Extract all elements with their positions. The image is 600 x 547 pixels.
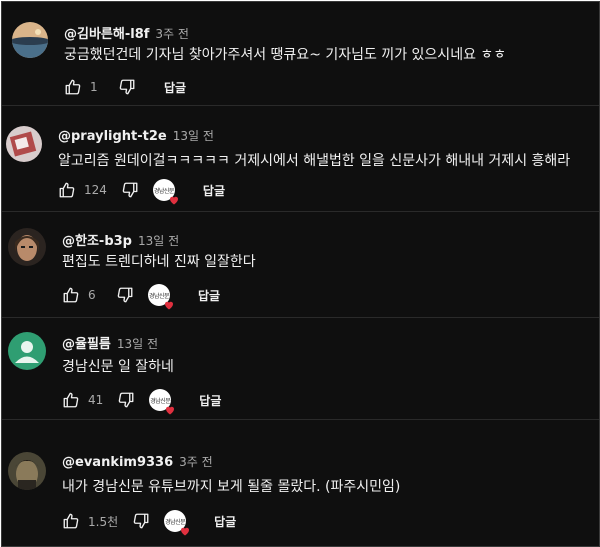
comment-author[interactable]: @김바른해-l8f 3주 전	[64, 23, 189, 42]
avatar[interactable]	[6, 126, 42, 162]
comment-item: @praylight-t2e 13일 전 알고리즘 원데이걸ㅋㅋㅋㅋㅋ 거제시에서…	[2, 106, 599, 211]
comment-text: 내가 경남신문 유튜브까지 보게 될줄 몰랐다. (파주시민임)	[62, 479, 401, 495]
like-count: 1.5천	[88, 514, 119, 529]
comment-text: 경남신문 일 잘하네	[62, 359, 174, 375]
comment-item: @한조-b3p 13일 전 편집도 트렌디하네 진짜 일잘한다 6 경남신문 답글	[2, 212, 599, 317]
thumbs-down-icon[interactable]	[117, 391, 135, 409]
heart-icon	[181, 527, 190, 536]
heart-icon	[169, 196, 178, 205]
comment-text: 편집도 트렌디하네 진짜 일잘한다	[62, 254, 256, 270]
reply-button[interactable]: 답글	[199, 392, 221, 409]
comment-actions: 124 경남신문 답글	[58, 178, 225, 205]
like-count: 41	[88, 393, 104, 407]
comment-author[interactable]: @율필름 13일 전	[62, 333, 158, 352]
author-handle[interactable]: @율필름	[62, 337, 111, 352]
comment-time[interactable]: 13일 전	[117, 337, 158, 351]
comment-actions: 41 경남신문 답글	[62, 388, 221, 415]
thumbs-up-icon[interactable]	[64, 78, 82, 96]
comment-actions: 6 경남신문 답글	[62, 283, 220, 310]
comment-actions: 1 답글	[64, 75, 186, 99]
reply-button[interactable]: 답글	[203, 182, 225, 199]
comment-time[interactable]: 13일 전	[173, 129, 214, 143]
comment-item: @evankim9336 3주 전 내가 경남신문 유튜브까지 보게 될줄 몰랐다…	[2, 420, 599, 546]
comment-author[interactable]: @evankim9336 3주 전	[62, 453, 213, 470]
reply-button[interactable]: 답글	[214, 513, 236, 530]
comment-time[interactable]: 3주 전	[179, 455, 213, 469]
comment-actions: 1.5천 경남신문 답글	[62, 509, 236, 536]
comment-text: 궁금했던건데 기자님 찾아가주셔서 땡큐요~ 기자님도 끼가 있으시네요 ㅎㅎ	[64, 47, 507, 63]
author-handle[interactable]: @김바른해-l8f	[64, 27, 149, 42]
reply-button[interactable]: 답글	[198, 287, 220, 304]
thumbs-down-icon[interactable]	[132, 512, 150, 530]
comments-panel: @김바른해-l8f 3주 전 궁금했던건데 기자님 찾아가주셔서 땡큐요~ 기자님…	[1, 1, 600, 547]
comment-text: 알고리즘 원데이걸ㅋㅋㅋㅋㅋ 거제시에서 해낼법한 일을 신문사가 해내내 거제…	[58, 153, 571, 169]
like-count: 124	[84, 183, 107, 197]
comment-author[interactable]: @praylight-t2e 13일 전	[58, 127, 214, 144]
thumbs-up-icon[interactable]	[58, 181, 76, 199]
creator-heart-badge: 경남신문	[148, 284, 173, 310]
like-count: 1	[90, 80, 98, 94]
heart-icon	[165, 301, 173, 310]
author-handle[interactable]: @praylight-t2e	[58, 129, 167, 144]
comment-author[interactable]: @한조-b3p 13일 전	[62, 230, 179, 249]
comment-item: @율필름 13일 전 경남신문 일 잘하네 41 경남신문 답글	[2, 318, 599, 419]
heart-icon	[166, 406, 175, 415]
thumbs-down-icon[interactable]	[121, 181, 139, 199]
thumbs-up-icon[interactable]	[62, 286, 80, 304]
creator-heart-badge: 경남신문	[164, 510, 190, 536]
avatar[interactable]	[8, 228, 46, 266]
creator-heart-badge: 경남신문	[152, 179, 178, 205]
author-handle[interactable]: @evankim9336	[62, 455, 173, 470]
thumbs-up-icon[interactable]	[62, 391, 80, 409]
avatar-default-icon[interactable]	[8, 332, 46, 370]
thumbs-up-icon[interactable]	[62, 512, 80, 530]
creator-heart-badge: 경남신문	[149, 389, 175, 415]
thumbs-down-icon[interactable]	[116, 286, 134, 304]
comment-time[interactable]: 13일 전	[138, 234, 179, 248]
thumbs-down-icon[interactable]	[118, 78, 136, 96]
reply-button[interactable]: 답글	[164, 79, 186, 96]
author-handle[interactable]: @한조-b3p	[62, 234, 132, 249]
avatar[interactable]	[8, 452, 46, 490]
like-count: 6	[88, 288, 96, 302]
avatar[interactable]	[12, 22, 48, 58]
comment-item: @김바른해-l8f 3주 전 궁금했던건데 기자님 찾아가주셔서 땡큐요~ 기자님…	[2, 2, 599, 105]
comment-time[interactable]: 3주 전	[155, 27, 189, 41]
